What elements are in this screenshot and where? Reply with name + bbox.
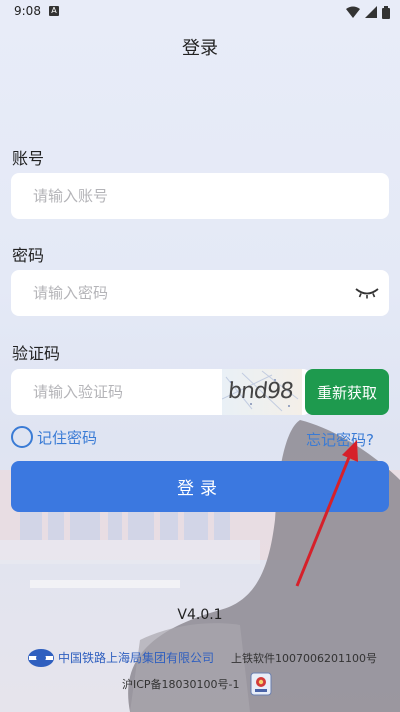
icp-number[interactable]: 沪ICP备18030100号-1 — [122, 676, 240, 692]
login-button[interactable]: 登录 — [11, 461, 389, 512]
captcha-label: 验证码 — [12, 344, 61, 363]
public-security-badge-icon — [250, 672, 272, 696]
signal-icon — [365, 6, 377, 18]
radio-unchecked-icon[interactable] — [11, 426, 33, 448]
battery-icon — [382, 5, 390, 19]
wifi-icon — [346, 6, 360, 18]
page-title: 登录 — [182, 38, 218, 59]
notification-icon: A — [49, 6, 59, 16]
remember-password-label[interactable]: 记住密码 — [37, 427, 97, 448]
eye-closed-icon[interactable] — [355, 286, 379, 300]
account-input[interactable] — [11, 173, 389, 219]
forgot-password-link[interactable]: 忘记密码? — [306, 429, 374, 450]
captcha-image[interactable]: bnd98 — [222, 369, 302, 415]
company-name: 中国铁路上海局集团有限公司 — [58, 651, 215, 665]
status-time: 9:08 — [14, 4, 41, 18]
railway-logo-icon — [28, 649, 54, 667]
account-label: 账号 — [12, 149, 45, 168]
software-registration: 上铁软件1007006201100号 — [231, 652, 377, 665]
password-label: 密码 — [12, 246, 45, 265]
remember-password-toggle[interactable]: 记住密码 — [11, 426, 97, 448]
app-version: V4.0.1 — [177, 607, 223, 623]
captcha-text: bnd98 — [226, 379, 295, 404]
password-input[interactable] — [11, 270, 389, 316]
status-bar: 9:08 A — [0, 0, 400, 24]
status-icons — [346, 5, 390, 19]
refresh-captcha-button[interactable]: 重新获取 — [305, 369, 389, 415]
